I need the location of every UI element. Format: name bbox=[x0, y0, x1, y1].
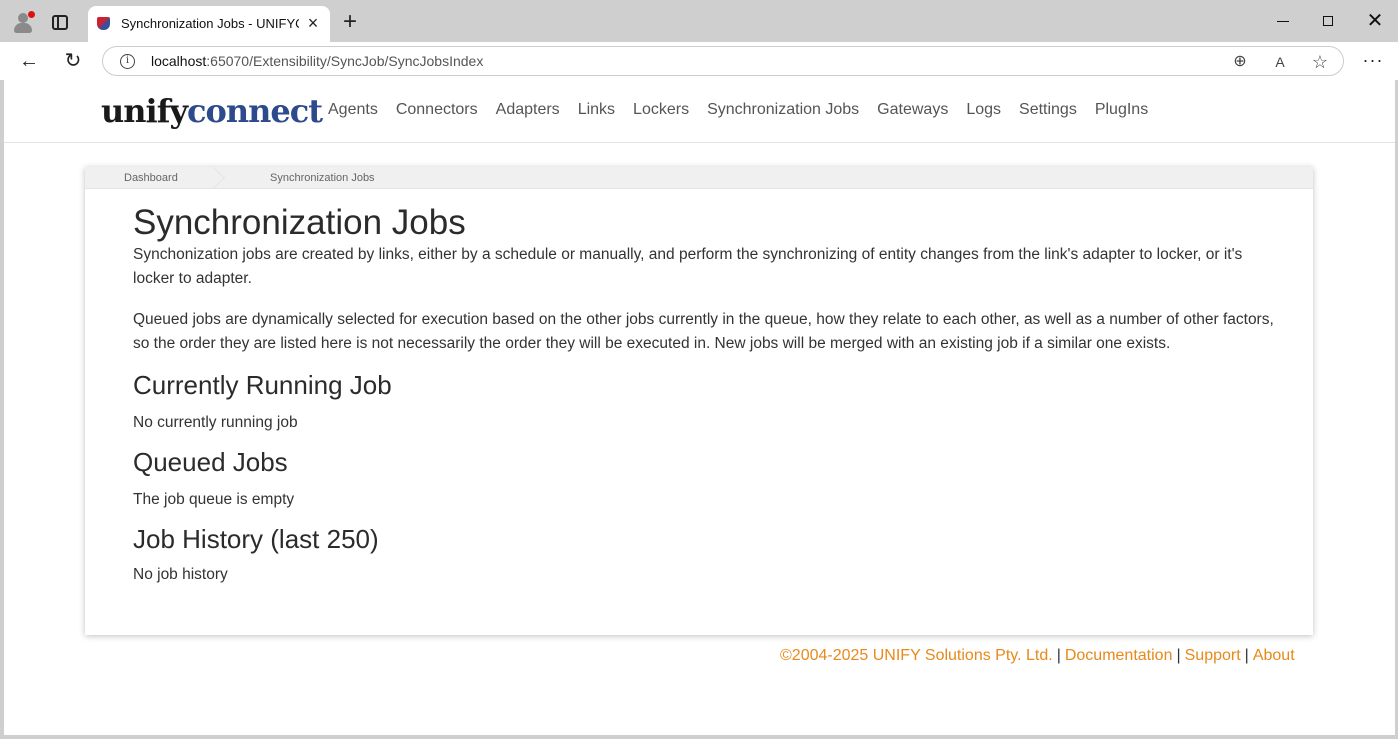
nav-logs[interactable]: Logs bbox=[966, 101, 1001, 123]
browser-toolbar: ← ↻ i localhost:65070/Extensibility/Sync… bbox=[0, 42, 1398, 80]
footer-about-link[interactable]: About bbox=[1253, 647, 1295, 664]
logo[interactable]: unifyconnect bbox=[101, 92, 323, 130]
nav-adapters[interactable]: Adapters bbox=[496, 101, 560, 123]
url-host: localhost bbox=[151, 53, 207, 69]
footer-separator: | bbox=[1176, 647, 1181, 664]
new-tab-button[interactable]: + bbox=[338, 10, 362, 35]
zoom-icon[interactable]: ⊕ bbox=[1229, 51, 1251, 73]
url-text[interactable]: localhost:65070/Extensibility/SyncJob/Sy… bbox=[151, 53, 483, 69]
queued-jobs-status: The job queue is empty bbox=[133, 491, 295, 508]
minimize-icon[interactable] bbox=[1269, 8, 1297, 34]
page-content: Synchronization Jobs Synchonization jobs… bbox=[133, 203, 1283, 587]
reload-icon[interactable]: ↻ bbox=[62, 50, 84, 72]
nav-plugins[interactable]: PlugIns bbox=[1095, 101, 1148, 123]
running-job-status: No currently running job bbox=[133, 414, 298, 431]
footer-separator: | bbox=[1056, 647, 1061, 664]
logo-unify: unify bbox=[101, 92, 188, 130]
nav-settings[interactable]: Settings bbox=[1019, 101, 1077, 123]
nav-synchronization-jobs[interactable]: Synchronization Jobs bbox=[707, 101, 859, 123]
intro-paragraph-2: Queued jobs are dynamically selected for… bbox=[133, 311, 1274, 352]
content-card: Dashboard Synchronization Jobs Synchroni… bbox=[85, 167, 1313, 635]
tab-actions-icon[interactable] bbox=[52, 15, 68, 30]
main-nav: Agents Connectors Adapters Links Lockers… bbox=[319, 101, 1157, 123]
breadcrumb: Dashboard Synchronization Jobs bbox=[85, 167, 1313, 189]
browser-tabbar: Synchronization Jobs - UNIFYConnect × + … bbox=[0, 0, 1398, 42]
breadcrumb-dashboard[interactable]: Dashboard bbox=[124, 172, 178, 184]
page-viewport: unifyconnect Agents Connectors Adapters … bbox=[4, 80, 1395, 735]
footer-documentation-link[interactable]: Documentation bbox=[1065, 647, 1173, 664]
running-job-heading: Currently Running Job bbox=[133, 370, 392, 400]
breadcrumb-current: Synchronization Jobs bbox=[270, 172, 375, 184]
nav-agents[interactable]: Agents bbox=[328, 101, 378, 123]
page-title: Synchronization Jobs bbox=[133, 203, 466, 242]
back-icon[interactable]: ← bbox=[18, 50, 40, 72]
browser-tab[interactable]: Synchronization Jobs - UNIFYConnect × bbox=[88, 6, 330, 42]
breadcrumb-separator bbox=[212, 167, 229, 189]
read-aloud-icon[interactable]: A bbox=[1269, 51, 1291, 73]
nav-gateways[interactable]: Gateways bbox=[877, 101, 948, 123]
address-bar[interactable]: i localhost:65070/Extensibility/SyncJob/… bbox=[102, 46, 1344, 76]
nav-lockers[interactable]: Lockers bbox=[633, 101, 689, 123]
favorite-icon[interactable]: ☆ bbox=[1309, 51, 1331, 73]
nav-connectors[interactable]: Connectors bbox=[396, 101, 478, 123]
maximize-icon[interactable] bbox=[1314, 8, 1342, 34]
more-icon[interactable]: ··· bbox=[1362, 50, 1384, 72]
profile-icon[interactable] bbox=[12, 11, 35, 33]
intro-paragraph-1: Synchonization jobs are created by links… bbox=[133, 246, 1243, 287]
info-icon[interactable]: i bbox=[120, 54, 135, 69]
job-history-status: No job history bbox=[133, 566, 228, 583]
footer-copyright-link[interactable]: ©2004-2025 UNIFY Solutions Pty. Ltd. bbox=[780, 647, 1053, 664]
footer-separator: | bbox=[1244, 647, 1249, 664]
url-path: :65070/Extensibility/SyncJob/SyncJobsInd… bbox=[206, 53, 484, 69]
site-favicon-icon bbox=[97, 17, 110, 30]
close-tab-icon[interactable]: × bbox=[303, 13, 323, 33]
queued-jobs-heading: Queued Jobs bbox=[133, 447, 288, 477]
footer: ©2004-2025 UNIFY Solutions Pty. Ltd. | Doc… bbox=[780, 647, 1295, 665]
job-history-heading: Job History (last 250) bbox=[133, 524, 379, 554]
window-close-icon[interactable]: ✕ bbox=[1361, 8, 1389, 34]
footer-support-link[interactable]: Support bbox=[1185, 647, 1241, 664]
site-header: unifyconnect Agents Connectors Adapters … bbox=[4, 80, 1395, 143]
tab-title: Synchronization Jobs - UNIFYConnect bbox=[121, 16, 299, 31]
logo-connect: connect bbox=[187, 92, 323, 130]
nav-links[interactable]: Links bbox=[578, 101, 615, 123]
